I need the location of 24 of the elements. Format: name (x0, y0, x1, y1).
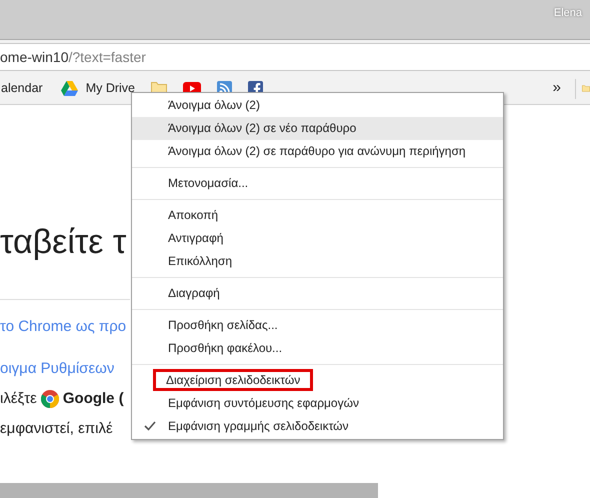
menu-item[interactable]: Άνοιγμα όλων (2) σε νέο παράθυρο (132, 117, 503, 140)
menu-item[interactable]: Προσθήκη φακέλου... (132, 337, 503, 360)
menu-item[interactable]: Αποκοπή (132, 204, 503, 227)
browser-logo-icon (40, 390, 59, 408)
menu-item[interactable]: Μετονομασία... (132, 172, 503, 195)
page-heading: ταβείτε τ (0, 225, 126, 259)
menu-item[interactable]: Διαγραφή (132, 282, 503, 305)
menu-item[interactable]: Άνοιγμα όλων (2) σε παράθυρο για ανώνυμη περιήγηση (132, 140, 503, 163)
instruction-text: εμφανιστεί, επιλέ (0, 419, 113, 439)
menu-item[interactable]: Εμφάνιση συντόμευσης εφαρμογών (132, 392, 503, 415)
overflow-chevron[interactable]: » (552, 77, 561, 100)
menu-item[interactable]: Αντιγραφή (132, 227, 503, 250)
menu-item[interactable]: Επικόλληση (132, 250, 503, 273)
bookmark-link[interactable]: alendar (1, 79, 43, 98)
menu-item-outlined[interactable]: Διαχείριση σελιδοδεικτών (156, 372, 310, 388)
app-name: Google ( (62, 389, 124, 409)
menu-item[interactable]: Προσθήκη σελίδας... (132, 314, 503, 337)
page-link[interactable]: το Chrome ως προ (0, 312, 126, 342)
address-field[interactable]: ome-win10/?text=faster (0, 43, 590, 71)
folder-icon (582, 82, 590, 95)
drive-icon (60, 81, 78, 96)
instruction-text: ιλέξτε (0, 389, 37, 409)
page-link[interactable]: οιγμα Ρυθμίσεων (0, 354, 114, 384)
menu-item[interactable]: Εμφάνιση γραμμής σελιδοδεικτών (132, 415, 503, 438)
